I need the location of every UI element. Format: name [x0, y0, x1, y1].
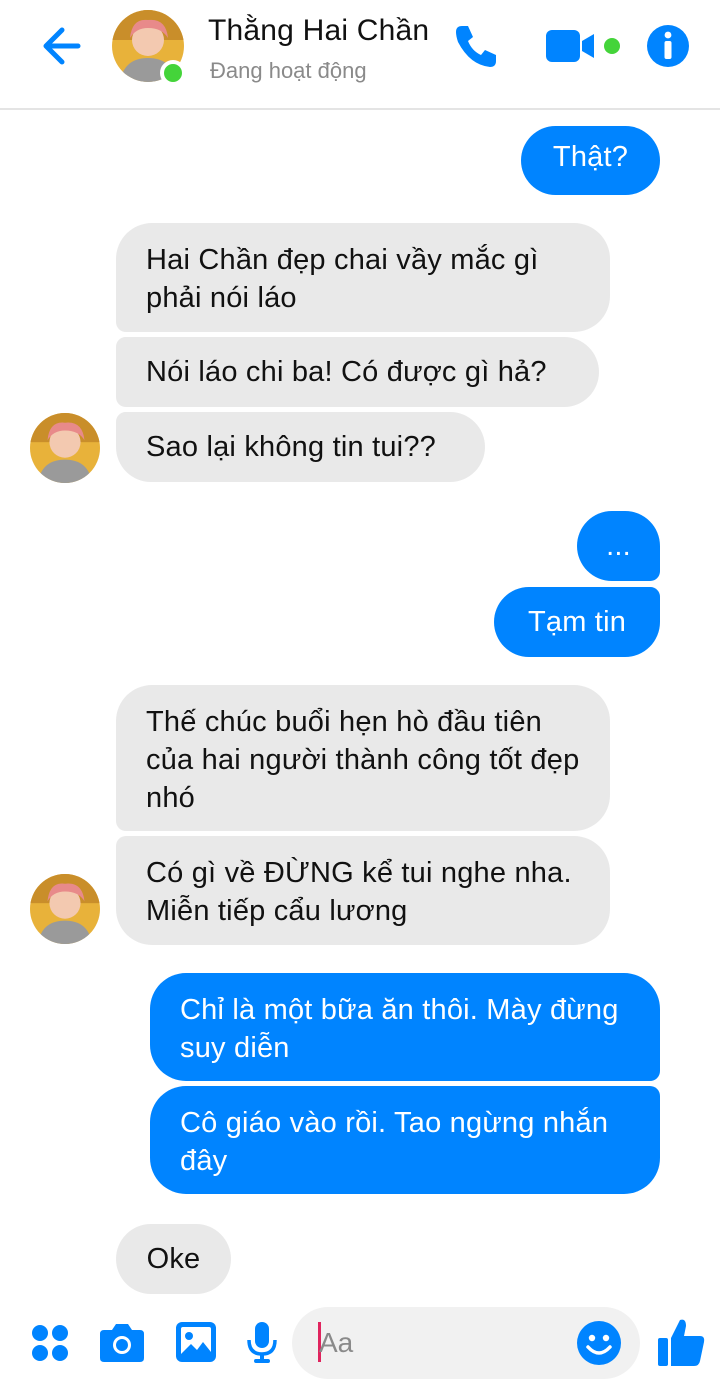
contact-message-avatar[interactable]	[30, 413, 100, 483]
message-input-placeholder: Aa	[319, 1327, 354, 1358]
contact-avatar-button[interactable]	[112, 10, 186, 86]
info-icon	[647, 25, 689, 67]
emoji-button[interactable]	[575, 1319, 623, 1372]
smiley-icon	[577, 1321, 621, 1365]
incoming-message[interactable]: Oke	[116, 1224, 231, 1294]
video-camera-icon	[546, 30, 620, 62]
contact-status: Đang hoạt động	[210, 58, 367, 83]
camera-button[interactable]	[98, 1320, 146, 1369]
incoming-message[interactable]: Nói láo chi ba! Có được gì hả?	[116, 337, 599, 407]
outgoing-message[interactable]: Thật?	[521, 126, 660, 195]
outgoing-message[interactable]: Tạm tin	[494, 587, 660, 657]
four-dots-icon	[32, 1325, 68, 1361]
like-button[interactable]	[656, 1316, 706, 1373]
voice-call-button[interactable]	[450, 20, 502, 72]
image-icon	[176, 1322, 216, 1362]
contact-name[interactable]: Thằng Hai Chần	[208, 14, 429, 48]
incoming-message[interactable]: Thế chúc buổi hẹn hò đầu tiên của hai ng…	[116, 685, 610, 831]
camera-icon	[100, 1324, 144, 1362]
outgoing-message[interactable]: Cô giáo vào rồi. Tao ngừng nhắn đây	[150, 1086, 660, 1194]
outgoing-message[interactable]: Chỉ là một bữa ăn thôi. Mày đừng suy diễ…	[150, 973, 660, 1081]
outgoing-message[interactable]: ...	[577, 511, 660, 581]
video-call-button[interactable]	[544, 26, 624, 66]
phone-icon	[456, 26, 496, 67]
info-button[interactable]	[644, 22, 692, 70]
thumbs-up-icon	[658, 1319, 705, 1366]
incoming-message[interactable]: Có gì về ĐỪNG kể tui nghe nha. Miễn tiếp…	[116, 836, 610, 945]
voice-record-button[interactable]	[246, 1320, 278, 1369]
gallery-button[interactable]	[174, 1320, 218, 1369]
contact-message-avatar[interactable]	[30, 874, 100, 944]
chat-header: Thằng Hai Chần Đang hoạt động	[0, 0, 720, 110]
microphone-icon	[247, 1322, 277, 1363]
back-button[interactable]	[38, 22, 86, 70]
more-actions-button[interactable]	[30, 1323, 70, 1368]
arrow-left-icon	[43, 27, 81, 65]
online-indicator	[160, 60, 186, 86]
incoming-message[interactable]: Hai Chần đẹp chai vầy mắc gì phải nói lá…	[116, 223, 610, 332]
incoming-message[interactable]: Sao lại không tin tui??	[116, 412, 485, 482]
